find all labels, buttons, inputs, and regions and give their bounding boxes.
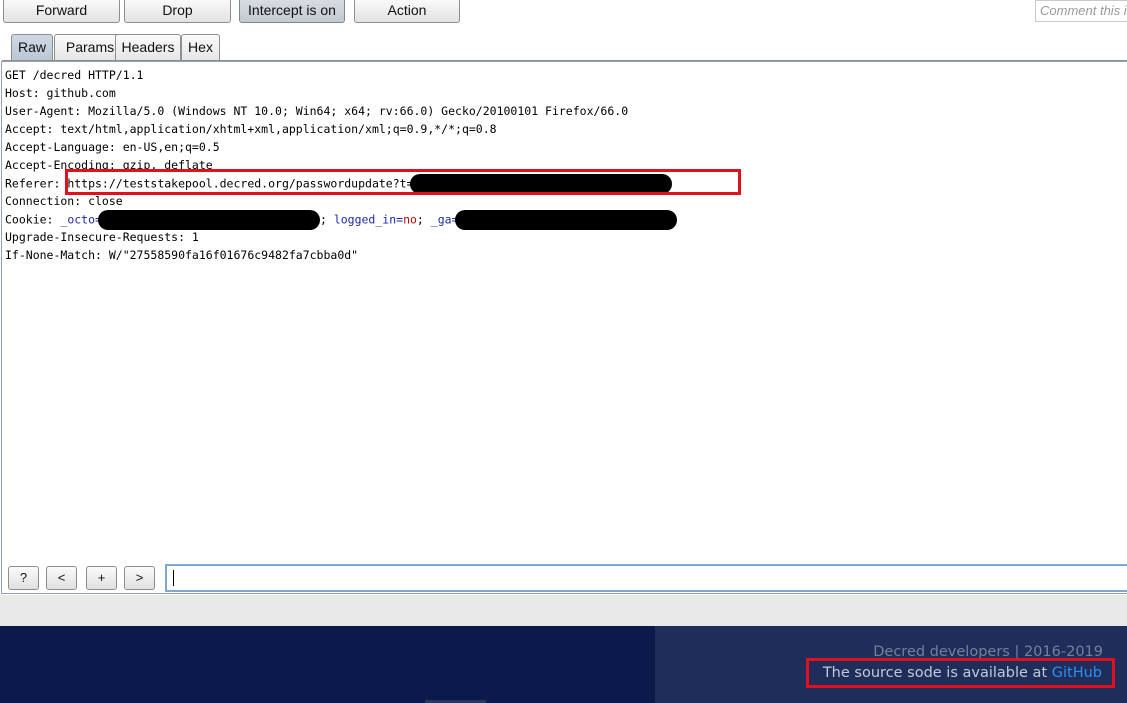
- previous-match-button[interactable]: <: [46, 566, 77, 590]
- tab-raw[interactable]: Raw: [11, 34, 53, 61]
- header-upgrade-insecure: Upgrade-Insecure-Requests: 1: [5, 230, 199, 244]
- cookie-separator: ;: [319, 212, 334, 227]
- cookie-octo-name: _octo: [60, 212, 96, 227]
- action-button[interactable]: Action: [354, 0, 460, 23]
- help-button[interactable]: ?: [8, 566, 39, 590]
- tab-headers[interactable]: Headers: [115, 34, 181, 60]
- cookie-logged-in-value: no: [403, 212, 417, 227]
- window-gap: [0, 595, 1127, 626]
- referer-label: Referer:: [5, 176, 68, 191]
- header-cookie: Cookie: _octo=; logged_in=no; _ga=: [5, 210, 1125, 230]
- referer-highlight-box: [65, 169, 741, 195]
- tab-hex[interactable]: Hex: [181, 34, 220, 60]
- app-window: Forward Drop Intercept is on Action Comm…: [0, 0, 1127, 703]
- footer-highlight-box: [806, 658, 1115, 688]
- redacted-ga-value: [454, 210, 677, 230]
- intercept-toggle-button[interactable]: Intercept is on: [239, 0, 345, 23]
- header-accept-language: Accept-Language: en-US,en;q=0.5: [5, 140, 220, 154]
- comment-input[interactable]: Comment this i: [1035, 0, 1127, 22]
- search-input[interactable]: [165, 564, 1127, 592]
- drop-button[interactable]: Drop: [124, 0, 231, 23]
- proxy-toolbar: Forward Drop Intercept is on Action Comm…: [0, 0, 1127, 30]
- header-accept: Accept: text/html,application/xhtml+xml,…: [5, 122, 497, 136]
- redacted-octo-value: [97, 210, 320, 230]
- request-editor-panel: GET /decred HTTP/1.1 Host: github.com Us…: [1, 61, 1127, 594]
- cookie-separator: ;: [416, 212, 431, 227]
- cookie-ga-name: _ga: [430, 212, 452, 227]
- request-line: GET /decred HTTP/1.1: [5, 68, 144, 82]
- cookie-logged-in-name: logged_in: [333, 212, 397, 227]
- forward-button[interactable]: Forward: [3, 0, 120, 23]
- next-match-button[interactable]: >: [124, 566, 155, 590]
- header-if-none-match: If-None-Match: W/"27558590fa16f01676c948…: [5, 248, 359, 262]
- cookie-label: Cookie:: [5, 212, 61, 227]
- add-button[interactable]: +: [86, 566, 117, 590]
- text-caret: [173, 570, 174, 586]
- raw-request-editor[interactable]: GET /decred HTTP/1.1 Host: github.com Us…: [5, 66, 1125, 556]
- header-user-agent: User-Agent: Mozilla/5.0 (Windows NT 10.0…: [5, 104, 629, 118]
- header-host: Host: github.com: [5, 86, 116, 100]
